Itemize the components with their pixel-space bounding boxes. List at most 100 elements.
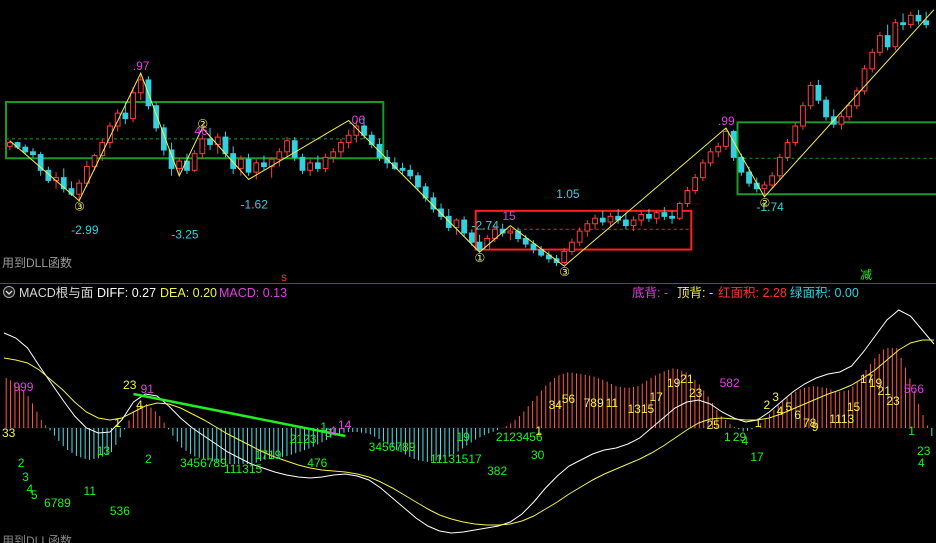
candle-body <box>261 162 267 168</box>
candle-body <box>915 14 922 22</box>
macd-count-label: 34 <box>549 398 563 412</box>
top-divergence: 顶背: - <box>677 286 713 300</box>
macd-count-label: 23 <box>689 386 703 400</box>
candle-body <box>884 35 891 48</box>
candle-body <box>415 175 421 188</box>
candle-body <box>769 175 776 186</box>
candle-body <box>723 131 729 147</box>
candle-body <box>892 22 899 48</box>
candle-body <box>576 230 583 243</box>
candle-body <box>207 138 213 145</box>
candle-body <box>630 219 637 227</box>
candle-body <box>199 138 206 155</box>
candle-body <box>846 105 853 118</box>
macd-count-label: 23 <box>886 394 900 408</box>
macd-count-label: 25 <box>706 418 720 432</box>
candle-body <box>569 241 575 252</box>
dll-text: 用到DLL函数 <box>2 255 72 270</box>
candle-body <box>638 214 645 221</box>
candle-body <box>314 162 321 169</box>
macd-count-label: 17 <box>649 390 663 404</box>
candle-body <box>699 162 706 179</box>
macd-count-label: 1 <box>724 430 731 444</box>
macd-count-label: 4 <box>777 404 784 418</box>
collapse-icon[interactable] <box>3 286 15 298</box>
pivot-marker: ③ <box>74 200 85 214</box>
pivot-marker: ② <box>197 117 208 131</box>
candle-body <box>322 156 329 169</box>
dea-value: DEA: 0.20 <box>160 286 217 300</box>
macd-count-label: 6789 <box>44 496 71 510</box>
macd-count-label: 476 <box>307 456 327 470</box>
candle-body <box>869 51 876 70</box>
macd-count-label: 3 <box>325 426 332 440</box>
macd-count-label: 4 <box>136 398 143 412</box>
candle-body <box>792 125 799 144</box>
macd-dll-text: 用到DLL函数 <box>2 533 72 543</box>
candle-body <box>784 142 791 158</box>
swing-label: -2.74 <box>472 218 500 232</box>
macd-count-label: 13 <box>97 444 111 458</box>
candle-body <box>245 158 252 173</box>
macd-count-label: 582 <box>720 376 740 390</box>
candle-body <box>715 145 722 153</box>
macd-count-label: 2 <box>763 398 770 412</box>
candle-body <box>923 20 930 26</box>
candle-body <box>622 219 629 227</box>
candle-body <box>76 182 83 195</box>
right-marker: 减 <box>860 268 872 282</box>
candle-body <box>807 84 814 107</box>
swing-label: -2.99 <box>71 223 99 237</box>
candle-body <box>746 171 752 184</box>
macd-count-label: 1113 <box>829 412 854 426</box>
candle-body <box>30 151 36 156</box>
candle-body <box>584 223 591 232</box>
candle-body <box>191 153 198 171</box>
candle-body <box>838 116 845 125</box>
macd-count-label: 1719 <box>255 448 282 462</box>
swing-label: .06 <box>348 113 365 127</box>
candle-body <box>276 151 283 160</box>
indicator-name[interactable]: MACD根与面 <box>19 286 93 300</box>
macd-count-label: 9 <box>812 420 819 434</box>
macd-count-label: 3 <box>772 390 779 404</box>
swing-label: 15 <box>502 209 516 223</box>
candle-body <box>907 14 914 26</box>
date-marker: s <box>281 270 287 284</box>
macd-count-label: 33 <box>2 426 16 440</box>
candle-body <box>399 167 406 171</box>
bottom-divergence: 底背: - <box>632 285 668 300</box>
candle-body <box>299 156 306 171</box>
candle-body <box>237 158 244 169</box>
candle-body <box>761 184 768 190</box>
candle-body <box>815 84 822 101</box>
swing-label: -3.25 <box>171 228 199 242</box>
green-area: 绿面积: 0.00 <box>790 285 859 300</box>
macd-count-label: 15 <box>847 400 861 414</box>
macd-count-label: 11131517 <box>430 452 482 466</box>
macd-count-label: 2 <box>145 452 152 466</box>
macd-count-label: 91 <box>141 382 155 396</box>
candle-body <box>468 232 475 243</box>
candle-body <box>738 156 745 173</box>
macd-count-label: 4 <box>918 456 925 470</box>
candle-body <box>676 202 683 219</box>
chart-stage: .9746.0615.99-2.99 -3.25-1.62-2.741.05-1.… <box>0 0 936 543</box>
candle-body <box>338 142 344 153</box>
candle-body <box>122 112 129 120</box>
macd-count-label: 3456789 <box>369 440 416 454</box>
candle-body <box>669 215 675 219</box>
macd-count-label: 999 <box>13 380 33 394</box>
candle-body <box>407 169 414 177</box>
candle-body <box>653 212 660 219</box>
candle-body <box>776 156 783 177</box>
macd-count-label: 1 <box>908 424 915 438</box>
macd-count-label: 566 <box>904 382 924 396</box>
candle-body <box>877 35 883 53</box>
pivot-marker: ② <box>759 196 770 210</box>
macd-count-label: 5 <box>785 400 792 414</box>
candle-body <box>607 215 614 223</box>
macd-count-label: 23 <box>123 378 137 392</box>
candle-body <box>253 162 260 173</box>
pivot-marker: ③ <box>559 265 570 279</box>
